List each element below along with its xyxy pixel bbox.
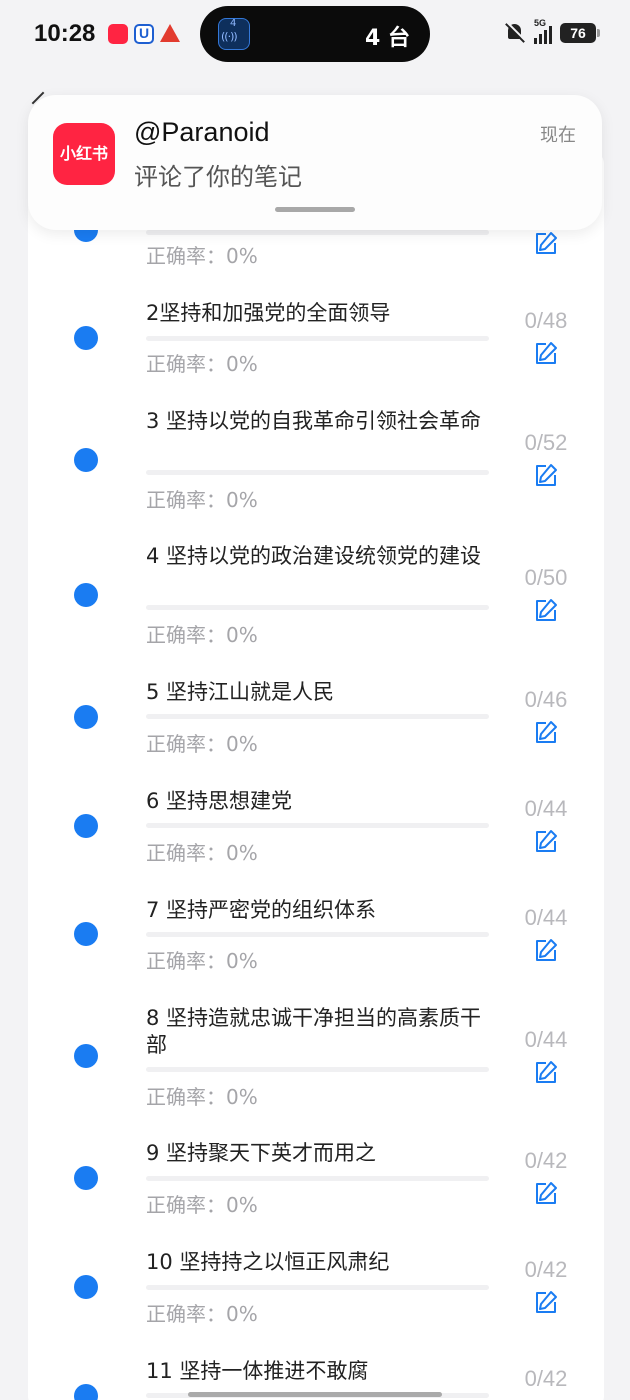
edit-icon[interactable]	[533, 1059, 559, 1085]
progress-bar	[146, 470, 489, 475]
progress-bar	[146, 230, 489, 235]
progress-bar	[146, 823, 489, 828]
chapter-title[interactable]: 7 坚持严密党的组织体系	[146, 897, 491, 924]
progress-bar	[146, 714, 489, 719]
accuracy-label: 正确率：0%	[146, 623, 258, 647]
chapter-title[interactable]: 10 坚持持之以恒正风肃纪	[146, 1249, 491, 1276]
progress-count: 0/44	[524, 1027, 568, 1052]
accuracy-label: 正确率：0%	[146, 1193, 258, 1217]
u-app-status-icon	[134, 24, 154, 44]
status-dot	[74, 1044, 98, 1068]
progress-count: 0/44	[524, 796, 568, 821]
status-dot	[74, 922, 98, 946]
progress-bar	[146, 1176, 489, 1181]
chapter-title[interactable]: 3 坚持以党的自我革命引领社会革命	[146, 408, 491, 435]
notification-banner[interactable]: 小红书 @Paranoid 评论了你的笔记 现在	[28, 95, 602, 230]
edit-icon[interactable]	[533, 937, 559, 963]
status-dot	[74, 814, 98, 838]
edit-icon[interactable]	[533, 1180, 559, 1206]
chapter-title[interactable]: 5 坚持江山就是人民	[146, 679, 491, 706]
progress-count: 0/52	[524, 430, 568, 455]
status-dot	[74, 1166, 98, 1190]
accuracy-label: 正确率：0%	[146, 732, 258, 756]
notification-drag-handle[interactable]	[275, 207, 355, 212]
chapter-title[interactable]: 8 坚持造就忠诚干净担当的高素质干部	[146, 1005, 491, 1059]
dynamic-island[interactable]: 4 台	[200, 6, 430, 62]
progress-bar	[146, 1285, 489, 1290]
island-device-count: 4 台	[365, 26, 410, 51]
progress-count: 0/50	[524, 565, 568, 590]
xiaohongshu-status-icon	[108, 24, 128, 44]
edit-icon[interactable]	[533, 597, 559, 623]
accuracy-label: 正确率：0%	[146, 352, 258, 376]
edit-icon[interactable]	[533, 340, 559, 366]
accuracy-label: 正确率：0%	[146, 949, 258, 973]
accuracy-label: 正确率：0%	[146, 841, 258, 865]
progress-count: 0/48	[524, 308, 568, 333]
progress-bar	[146, 605, 489, 610]
edit-icon[interactable]	[533, 719, 559, 745]
edit-icon[interactable]	[533, 828, 559, 854]
status-dot	[74, 705, 98, 729]
accuracy-label: 正确率：0%	[146, 1085, 258, 1109]
progress-count: 0/42	[524, 1257, 568, 1282]
chapter-title[interactable]: 2坚持和加强党的全面领导	[146, 300, 491, 327]
status-indicators: 5G 76	[504, 18, 600, 44]
progress-bar	[146, 336, 489, 341]
edit-icon[interactable]	[533, 230, 559, 256]
notification-body: 评论了你的笔记	[134, 163, 302, 191]
battery-icon: 76	[560, 23, 600, 43]
progress-count: 0/42	[524, 1366, 568, 1391]
accuracy-label: 正确率：0%	[146, 488, 258, 512]
progress-bar	[146, 932, 489, 937]
edit-icon[interactable]	[533, 462, 559, 488]
notification-title: @Paranoid	[134, 117, 270, 147]
status-dot	[74, 326, 98, 350]
edit-icon[interactable]	[533, 1289, 559, 1315]
progress-count: 0/42	[524, 1148, 568, 1173]
triangle-app-status-icon	[160, 24, 180, 42]
signal-icon: 5G	[534, 18, 552, 44]
bell-muted-icon	[504, 22, 526, 44]
status-dot	[74, 1275, 98, 1299]
home-indicator[interactable]	[188, 1392, 442, 1397]
status-dot	[74, 448, 98, 472]
accuracy-label: 正确率：0%	[146, 1302, 258, 1326]
progress-bar	[146, 1067, 489, 1072]
chapter-title[interactable]: 4 坚持以党的政治建设统领党的建设	[146, 543, 491, 570]
notification-time: 现在	[540, 125, 576, 146]
status-dot	[74, 583, 98, 607]
status-bar: 10:28 4 台 5G 76	[0, 0, 630, 70]
chapter-title[interactable]: 9 坚持聚天下英才而用之	[146, 1140, 491, 1167]
xiaohongshu-app-icon: 小红书	[53, 123, 115, 185]
chapter-title[interactable]: 11 坚持一体推进不敢腐	[146, 1358, 491, 1385]
status-time: 10:28	[34, 20, 96, 47]
chapter-title[interactable]: 6 坚持思想建党	[146, 788, 491, 815]
progress-count: 0/46	[524, 687, 568, 712]
progress-count: 0/44	[524, 905, 568, 930]
accuracy-label: 正确率：0%	[146, 244, 258, 268]
cast-icon	[218, 18, 250, 50]
network-type: 5G	[534, 18, 547, 28]
